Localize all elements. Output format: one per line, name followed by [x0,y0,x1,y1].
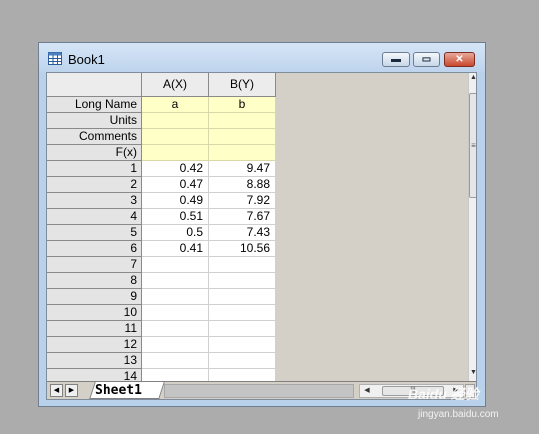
data-cell[interactable] [209,369,276,381]
desktop: { "window": { "title": "Book1", "icon": … [0,0,539,434]
row-header[interactable]: 12 [47,337,142,353]
data-cell[interactable] [142,289,209,305]
data-cell[interactable] [142,257,209,273]
data-cell[interactable]: 0.47 [142,177,209,193]
data-cell[interactable]: 0.41 [142,241,209,257]
data-cell[interactable]: 7.43 [209,225,276,241]
data-cell[interactable] [209,305,276,321]
maximize-button[interactable]: ▭ [413,52,440,67]
data-cell[interactable]: 7.92 [209,193,276,209]
meta-row-label[interactable]: F(x) [47,145,142,161]
minimize-icon: ▬ [391,53,401,65]
close-icon: ✕ [455,53,464,65]
worksheet-grid-icon [48,52,62,65]
watermark-url: jingyan.baidu.com [418,409,499,420]
meta-cell[interactable]: b [209,97,276,113]
minimize-button[interactable]: ▬ [382,52,410,67]
row-header[interactable]: 4 [47,209,142,225]
row-header[interactable]: 3 [47,193,142,209]
arrow-right-icon: ▶ [68,387,75,394]
meta-cell[interactable] [142,145,209,161]
data-cell[interactable] [142,337,209,353]
column-header[interactable]: B(Y) [209,73,276,97]
book-window: Book1 ▬ ▭ ✕ A(X) B(Y) Long Name a b Units Comm… [38,42,486,407]
next-sheet-button[interactable]: ▶ [65,384,78,397]
meta-row-label[interactable]: Long Name [47,97,142,113]
data-cell[interactable] [209,337,276,353]
data-cell[interactable]: 0.42 [142,161,209,177]
data-cell[interactable] [142,273,209,289]
row-header[interactable]: 9 [47,289,142,305]
worksheet-grid[interactable]: A(X) B(Y) Long Name a b Units Comments F(x) 1 0.4… [47,73,468,381]
data-cell[interactable] [142,321,209,337]
row-header[interactable]: 10 [47,305,142,321]
grip-icon: ≡ [471,141,476,150]
sheet-tab-label[interactable]: Sheet1 [95,383,142,398]
data-cell[interactable] [209,289,276,305]
data-cell[interactable] [209,353,276,369]
data-cell[interactable] [142,305,209,321]
meta-row-label[interactable]: Units [47,113,142,129]
meta-cell[interactable] [209,145,276,161]
row-header[interactable]: 2 [47,177,142,193]
data-cell[interactable]: 0.49 [142,193,209,209]
data-cell[interactable]: 8.88 [209,177,276,193]
data-cell[interactable]: 10.56 [209,241,276,257]
data-cell[interactable] [209,321,276,337]
data-cell[interactable] [142,369,209,381]
data-cell[interactable] [142,353,209,369]
close-button[interactable]: ✕ [444,52,475,67]
row-header[interactable]: 11 [47,321,142,337]
row-header[interactable]: 13 [47,353,142,369]
arrow-left-icon: ◀ [53,387,60,394]
worksheet-area: A(X) B(Y) Long Name a b Units Comments F(x) 1 0.4… [46,72,477,400]
window-title: Book1 [68,52,105,67]
row-header[interactable]: 7 [47,257,142,273]
title-bar[interactable]: Book1 ▬ ▭ ✕ [39,43,485,73]
select-all-corner[interactable] [47,73,142,97]
scroll-down-icon[interactable]: ▼ [469,369,476,376]
vertical-scrollbar[interactable]: ▲ ≡ ▼ [468,73,476,381]
meta-cell[interactable] [142,113,209,129]
prev-sheet-button[interactable]: ◀ [50,384,63,397]
data-cell[interactable]: 0.51 [142,209,209,225]
column-header[interactable]: A(X) [142,73,209,97]
maximize-icon: ▭ [421,53,432,65]
scroll-left-icon[interactable]: ◀ [361,385,373,397]
row-header[interactable]: 1 [47,161,142,177]
row-header[interactable]: 5 [47,225,142,241]
meta-cell[interactable] [209,129,276,145]
row-header[interactable]: 14 [47,369,142,381]
row-header[interactable]: 6 [47,241,142,257]
row-header[interactable]: 8 [47,273,142,289]
meta-cell[interactable] [142,129,209,145]
meta-cell[interactable] [209,113,276,129]
vertical-scroll-thumb[interactable]: ≡ [469,93,476,198]
watermark-logo: Baidu 经验 [408,386,479,402]
scroll-up-icon[interactable]: ▲ [469,74,476,81]
tab-well [164,384,354,398]
meta-row-label[interactable]: Comments [47,129,142,145]
data-cell[interactable] [209,273,276,289]
meta-cell[interactable]: a [142,97,209,113]
data-cell[interactable]: 7.67 [209,209,276,225]
data-cell[interactable]: 9.47 [209,161,276,177]
data-cell[interactable] [209,257,276,273]
data-cell[interactable]: 0.5 [142,225,209,241]
